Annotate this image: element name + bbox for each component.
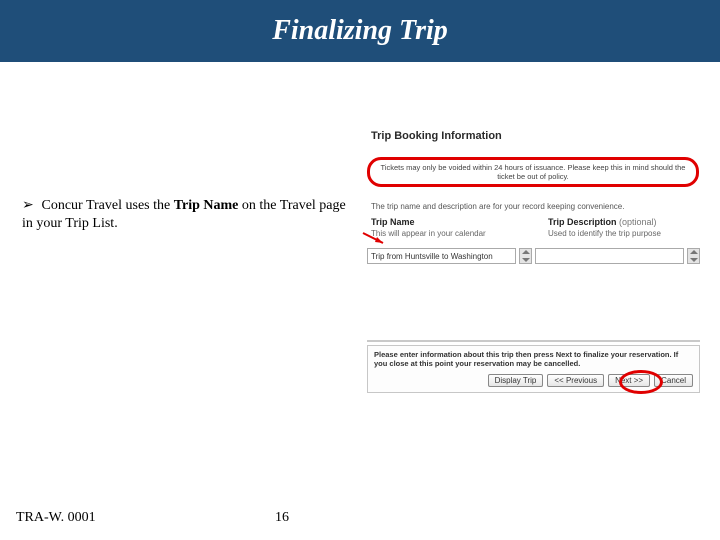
trip-name-label: Trip Name — [371, 217, 541, 227]
divider — [367, 340, 700, 342]
button-row: Display Trip << Previous Next >> Cancel — [374, 374, 693, 387]
previous-button[interactable]: << Previous — [547, 374, 604, 387]
ticket-void-notice: Tickets may only be voided within 24 hou… — [367, 157, 699, 187]
trip-desc-optional: (optional) — [619, 217, 657, 227]
trip-name-group: Trip Name This will appear in your calen… — [371, 217, 541, 238]
bullet-pre: Concur Travel uses the — [42, 198, 174, 213]
trip-name-value: Trip from Huntsville to Washington — [371, 252, 493, 261]
display-trip-button[interactable]: Display Trip — [488, 374, 544, 387]
trip-desc-input[interactable] — [535, 248, 684, 264]
bullet-item: ➢ Concur Travel uses the Trip Name on th… — [22, 197, 352, 232]
footer-code: TRA-W. 0001 — [16, 510, 96, 526]
finalize-box: Please enter information about this trip… — [367, 345, 700, 393]
trip-name-input[interactable]: Trip from Huntsville to Washington — [367, 248, 516, 264]
trip-desc-group: Trip Description (optional) Used to iden… — [548, 217, 698, 238]
slide-title: Finalizing Trip — [272, 15, 448, 47]
bullet-text: Concur Travel uses the Trip Name on the … — [22, 198, 346, 231]
title-band: Finalizing Trip — [0, 0, 720, 62]
footer-page-number: 16 — [275, 510, 289, 526]
cancel-button[interactable]: Cancel — [654, 374, 693, 387]
trip-desc-sub: Used to identify the trip purpose — [548, 229, 698, 238]
slide-content: Trip Booking Information Tickets may onl… — [0, 62, 720, 540]
record-keeping-note: The trip name and description are for yo… — [371, 202, 624, 211]
section-heading: Trip Booking Information — [371, 130, 502, 142]
ticket-void-text: Tickets may only be voided within 24 hou… — [376, 163, 690, 181]
scrollbar-stub[interactable] — [519, 248, 532, 264]
trip-name-sub: This will appear in your calendar — [371, 229, 541, 238]
bullet-marker: ➢ — [22, 197, 38, 215]
trip-input-row: Trip from Huntsville to Washington — [367, 248, 700, 266]
trip-desc-label-text: Trip Description — [548, 217, 617, 227]
bullet-bold: Trip Name — [174, 198, 239, 213]
trip-desc-label: Trip Description (optional) — [548, 217, 698, 227]
next-button[interactable]: Next >> — [608, 374, 650, 387]
finalize-message: Please enter information about this trip… — [374, 350, 693, 369]
red-arrow-icon — [361, 230, 391, 246]
scrollbar-stub[interactable] — [687, 248, 700, 264]
